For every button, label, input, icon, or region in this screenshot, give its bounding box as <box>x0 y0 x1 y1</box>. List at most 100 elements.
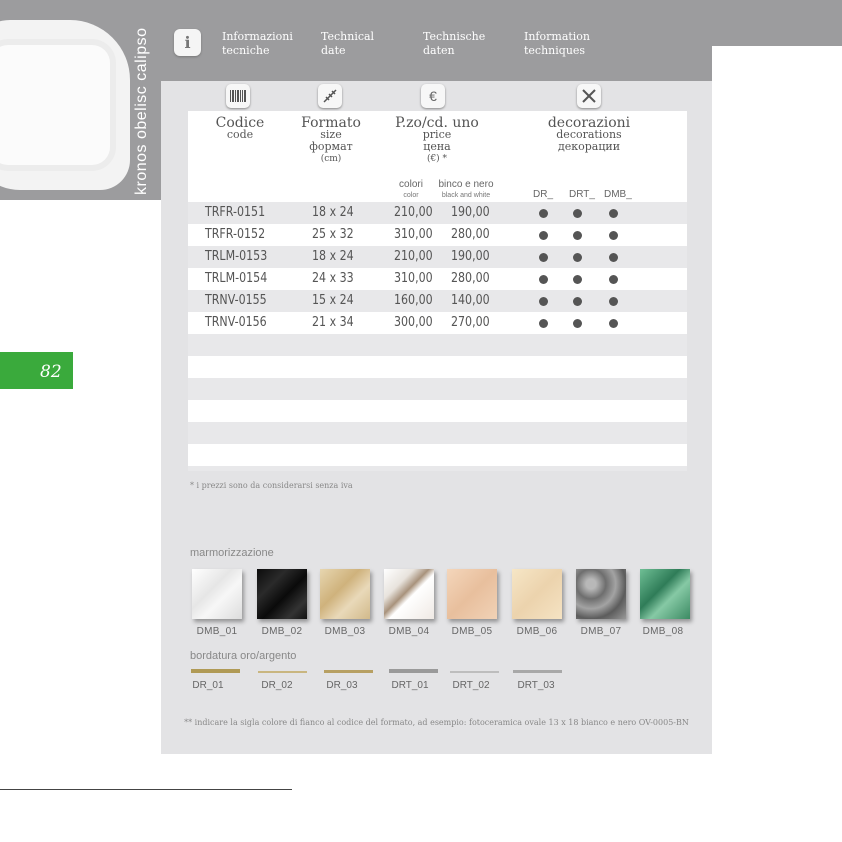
marble-section-title: marmorizzazione <box>190 547 274 559</box>
cell-color-price: 310,00 <box>394 271 433 286</box>
cell-code: TRLM-0154 <box>205 271 268 286</box>
dot-dr <box>539 253 548 262</box>
marble-label: DMB_08 <box>642 626 684 637</box>
marble-label: DMB_03 <box>324 626 366 637</box>
column-price-sub2: цена <box>423 140 451 153</box>
marble-label: DMB_07 <box>580 626 622 637</box>
marble-swatch <box>640 569 690 619</box>
marble-swatch <box>447 569 497 619</box>
subheader-dr: DR_ <box>533 189 554 200</box>
marble-label: DMB_01 <box>196 626 238 637</box>
empty-row <box>188 378 687 400</box>
border-swatch <box>258 671 307 673</box>
column-decor-sub2: декорации <box>557 140 621 153</box>
dot-drt <box>573 297 582 306</box>
cell-bw-price: 280,00 <box>451 271 490 286</box>
border-label: DR_01 <box>192 680 224 691</box>
border-swatch <box>450 671 499 673</box>
frame-inner <box>0 45 110 165</box>
dot-drt <box>573 209 582 218</box>
subheader-bw: binco e nero <box>438 179 494 190</box>
border-swatch <box>513 670 562 673</box>
column-price-sub3: (€) * <box>426 154 448 164</box>
border-swatch <box>389 669 438 673</box>
dot-dr <box>539 209 548 218</box>
barcode-icon <box>226 84 250 108</box>
dot-drt <box>573 319 582 328</box>
divider-line <box>0 789 292 790</box>
empty-row <box>188 400 687 422</box>
column-format-sub2: формат <box>309 140 353 153</box>
column-format-sub3: (cm) <box>320 154 342 164</box>
cell-color-price: 210,00 <box>394 249 433 264</box>
cell-color-price: 310,00 <box>394 227 433 242</box>
table-row: TRLM-0154 24 x 33 310,00 280,00 <box>188 268 687 290</box>
cell-size: 15 x 24 <box>312 293 354 308</box>
column-code: Codice code <box>200 116 280 141</box>
cell-size: 18 x 24 <box>312 205 354 220</box>
column-decor: decorazioni decorations декорации <box>534 116 644 153</box>
marble-label: DMB_05 <box>451 626 493 637</box>
cell-size: 24 x 33 <box>312 271 354 286</box>
dot-dmb <box>609 319 618 328</box>
cell-bw-price: 190,00 <box>451 205 490 220</box>
product-title: kronos obelisc calipso <box>133 27 150 195</box>
dot-dr <box>539 319 548 328</box>
column-code-sub: code <box>226 128 254 141</box>
marble-swatch <box>257 569 307 619</box>
cell-bw-price: 270,00 <box>451 315 490 330</box>
tools-icon <box>577 84 601 108</box>
subheader-color: colori <box>399 179 423 190</box>
subheader-drt: DRT_ <box>569 189 595 200</box>
vat-footnote: * i prezzi sono da considerarsi senza iv… <box>190 481 353 490</box>
border-label: DR_03 <box>326 680 358 691</box>
cell-bw-price: 280,00 <box>451 227 490 242</box>
marble-swatch <box>512 569 562 619</box>
empty-row <box>188 466 687 471</box>
empty-row <box>188 356 687 378</box>
dot-drt <box>573 275 582 284</box>
cell-bw-price: 140,00 <box>451 293 490 308</box>
dot-dr <box>539 297 548 306</box>
cell-bw-price: 190,00 <box>451 249 490 264</box>
marble-swatch <box>576 569 626 619</box>
header-fr: Information techniques <box>524 30 591 57</box>
cell-color-price: 300,00 <box>394 315 433 330</box>
dot-dr <box>539 275 548 284</box>
marble-label: DMB_04 <box>388 626 430 637</box>
dot-dmb <box>609 275 618 284</box>
table-row: TRFR-0151 18 x 24 210,00 190,00 <box>188 202 687 224</box>
dot-dmb <box>609 209 618 218</box>
order-footnote: ** indicare la sigla colore di fianco al… <box>184 718 689 727</box>
column-format: Formato size формат (cm) <box>290 116 372 165</box>
dot-drt <box>573 231 582 240</box>
marble-label: DMB_06 <box>516 626 558 637</box>
info-icon: ℹ <box>174 29 201 56</box>
table-row: TRLM-0153 18 x 24 210,00 190,00 <box>188 246 687 268</box>
table-row: TRNV-0155 15 x 24 160,00 140,00 <box>188 290 687 312</box>
ruler-icon <box>318 84 342 108</box>
header-en: Technical date <box>321 30 375 57</box>
subheader-bw-sub: black and white <box>441 192 491 199</box>
cell-code: TRNV-0156 <box>205 315 267 330</box>
cell-code: TRFR-0151 <box>205 205 266 220</box>
marble-label: DMB_02 <box>261 626 303 637</box>
cell-code: TRNV-0155 <box>205 293 267 308</box>
cell-color-price: 160,00 <box>394 293 433 308</box>
dot-dmb <box>609 253 618 262</box>
page-number: 82 <box>40 362 62 382</box>
cell-code: TRFR-0152 <box>205 227 266 242</box>
column-price: P.zo/cd. uno price цена (€) * <box>387 116 487 165</box>
marble-swatch <box>192 569 242 619</box>
header-de: Technische daten <box>423 30 486 57</box>
dot-drt <box>573 253 582 262</box>
cell-color-price: 210,00 <box>394 205 433 220</box>
border-label: DRT_03 <box>517 680 555 691</box>
cell-size: 18 x 24 <box>312 249 354 264</box>
border-label: DR_02 <box>261 680 293 691</box>
page-number-tab <box>0 352 73 389</box>
border-swatch <box>324 670 373 673</box>
border-section-title: bordatura oro/argento <box>190 650 297 662</box>
euro-icon: € <box>421 84 445 108</box>
marble-swatch <box>384 569 434 619</box>
